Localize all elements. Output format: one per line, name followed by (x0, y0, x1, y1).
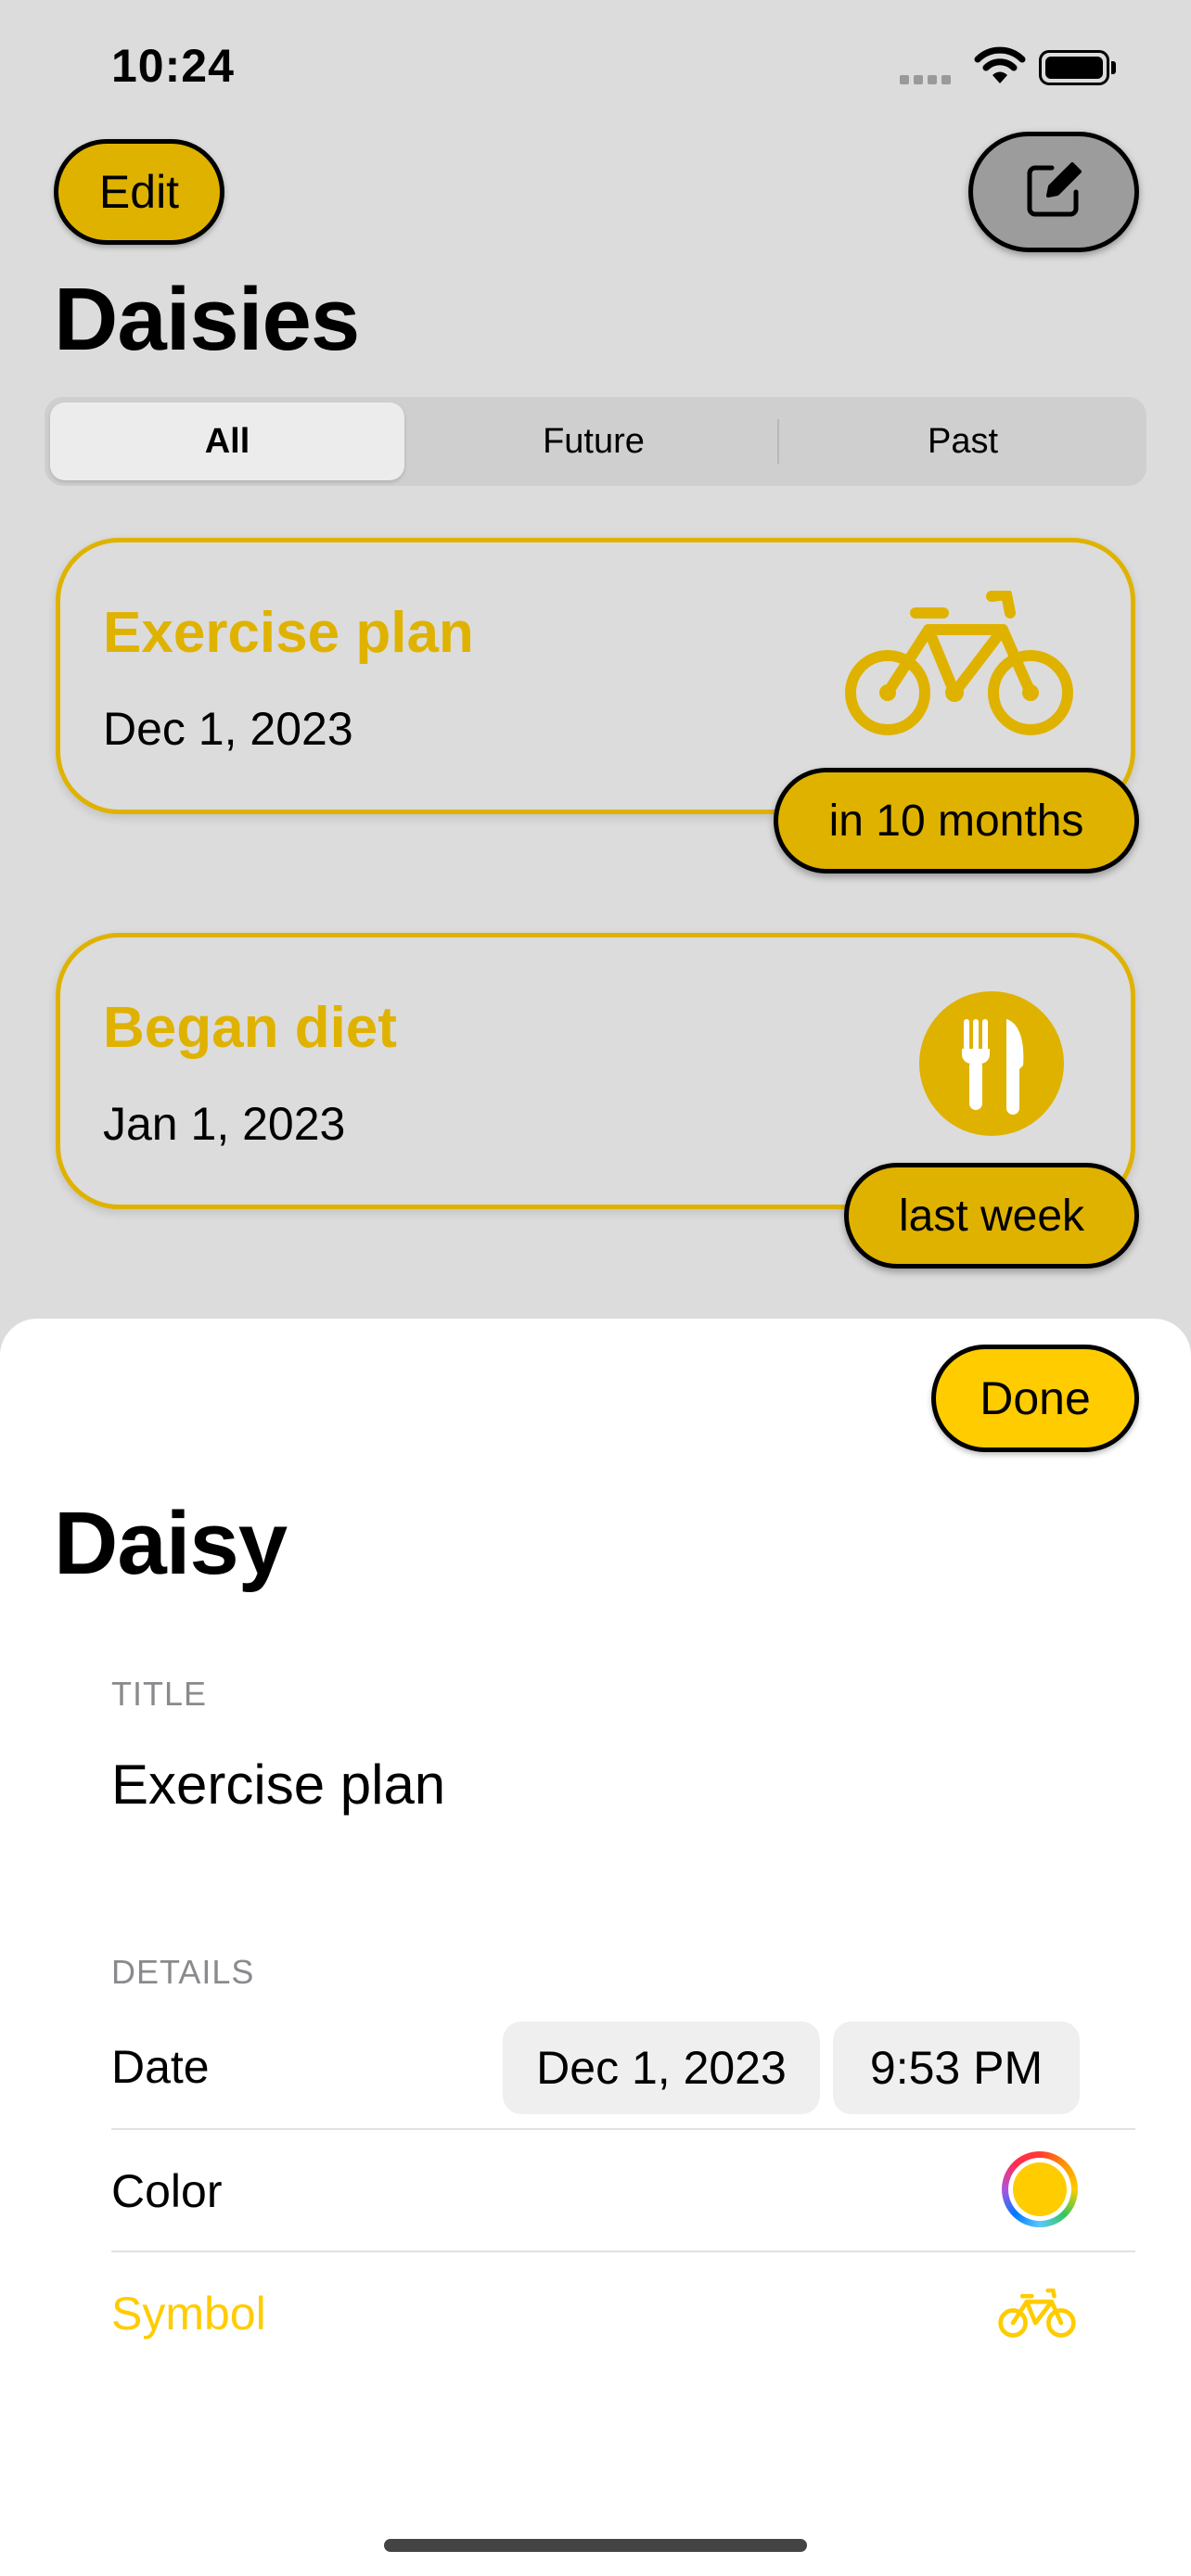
symbol-row[interactable]: Symbol (111, 2287, 266, 2340)
row-divider (111, 2251, 1135, 2252)
segment-all[interactable]: All (50, 402, 404, 480)
battery-cap (1111, 61, 1116, 74)
page-title: Daisies (54, 270, 360, 369)
fork-knife-icon (919, 991, 1064, 1141)
row-divider (111, 2128, 1135, 2130)
segment-divider (777, 419, 779, 464)
battery-icon (1039, 50, 1109, 85)
color-picker[interactable] (1002, 2151, 1078, 2227)
date-picker[interactable]: Dec 1, 2023 (503, 2021, 820, 2114)
segment-past[interactable]: Past (783, 402, 1143, 480)
segmented-control: All Future Past (45, 397, 1146, 486)
compose-button[interactable] (968, 132, 1139, 252)
cellular-signal-icon (900, 72, 955, 89)
event-title: Exercise plan (103, 601, 474, 665)
wifi-icon (974, 45, 1026, 90)
event-title: Began diet (103, 996, 397, 1060)
color-swatch (1013, 2162, 1067, 2216)
section-header-details: DETAILS (111, 1953, 255, 1991)
done-button[interactable]: Done (931, 1345, 1139, 1452)
relative-date-badge: in 10 months (774, 768, 1139, 874)
sheet-title: Daisy (54, 1494, 288, 1593)
time-picker[interactable]: 9:53 PM (833, 2021, 1080, 2114)
date-label: Date (111, 2041, 210, 2093)
section-header-title: TITLE (111, 1675, 208, 1713)
title-field[interactable]: Exercise plan (111, 1753, 445, 1817)
edit-button[interactable]: Edit (54, 139, 224, 245)
bicycle-icon (843, 589, 1075, 744)
square-and-pencil-icon (1024, 160, 1083, 224)
event-date: Dec 1, 2023 (103, 703, 353, 755)
bicycle-icon[interactable] (998, 2288, 1076, 2343)
relative-date-badge: last week (844, 1163, 1139, 1269)
home-indicator[interactable] (384, 2539, 807, 2552)
color-label: Color (111, 2165, 223, 2217)
segment-future[interactable]: Future (408, 402, 779, 480)
event-date: Jan 1, 2023 (103, 1098, 346, 1150)
status-time: 10:24 (111, 40, 235, 92)
